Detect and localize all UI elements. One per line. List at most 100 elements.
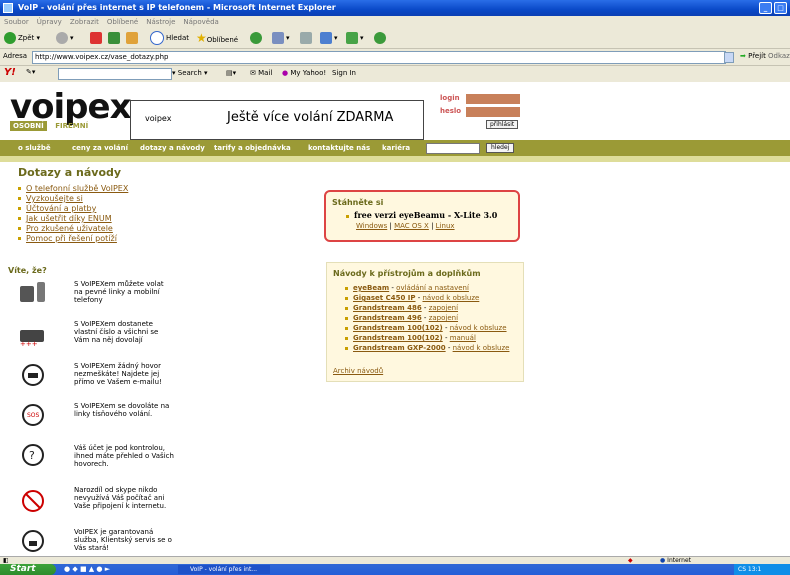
refresh-icon bbox=[108, 32, 120, 44]
list-item[interactable]: eyeBeam - ovládání a nastavení bbox=[345, 283, 509, 293]
site-tabs: OSOBNÍ FIREMNÍ bbox=[10, 121, 88, 131]
taskbar-item-ie[interactable]: VoIP - volání přes int... bbox=[178, 565, 270, 574]
menu-oblibene[interactable]: Oblíbené bbox=[107, 18, 138, 26]
mail-button[interactable]: ▾ bbox=[272, 31, 290, 45]
go-button[interactable]: ➡ Přejít bbox=[740, 52, 766, 60]
yahoo-options-button[interactable]: ▤▾ bbox=[226, 69, 236, 77]
address-dropdown[interactable] bbox=[724, 52, 734, 63]
list-item[interactable]: Grandstream GXP-2000 - návod k obsluze bbox=[345, 343, 509, 353]
bullet-icon bbox=[345, 306, 348, 310]
bullet-icon bbox=[18, 197, 21, 200]
nav-ceny[interactable]: ceny za volání bbox=[72, 144, 128, 152]
site-search-input[interactable] bbox=[426, 143, 480, 154]
menu-soubor[interactable]: Soubor bbox=[4, 18, 29, 26]
list-item[interactable]: O telefonní službě VoIPEX bbox=[18, 184, 128, 194]
back-button[interactable]: Zpět ▾ bbox=[4, 31, 40, 45]
list-item[interactable]: Pomoc při řešení potíží bbox=[18, 234, 128, 244]
nav-kariera[interactable]: kariéra bbox=[382, 144, 410, 152]
print-icon bbox=[300, 32, 312, 44]
bullet-icon bbox=[346, 214, 349, 218]
search-button[interactable]: Hledat bbox=[150, 31, 189, 45]
favorites-button[interactable]: ★Oblíbené bbox=[196, 31, 238, 45]
svg-text:SOS: SOS bbox=[27, 412, 40, 419]
forward-button[interactable]: ▾ bbox=[56, 31, 74, 45]
browser-toolbar: Zpět ▾ ▾ Hledat ★Oblíbené ▾ ▾ ▾ bbox=[0, 28, 790, 49]
download-title: Stáhněte si bbox=[332, 198, 384, 207]
menu-napoveda[interactable]: Nápověda bbox=[183, 18, 218, 26]
tab-personal[interactable]: OSOBNÍ bbox=[10, 121, 47, 131]
list-item[interactable]: Účtování a platby bbox=[18, 204, 128, 214]
quicklaunch-icons[interactable]: ● ◆ ■ ▲ ● ► bbox=[64, 565, 110, 573]
nav-dotazy[interactable]: dotazy a návody bbox=[140, 144, 205, 152]
page-title: Dotazy a návody bbox=[18, 166, 122, 179]
yahoo-logo-icon[interactable]: Y! bbox=[4, 67, 16, 78]
banner-logo: voipex bbox=[145, 114, 172, 123]
discuss-button[interactable]: ▾ bbox=[346, 31, 364, 45]
home-button[interactable] bbox=[126, 31, 140, 45]
nav-tarify[interactable]: tarify a objednávka bbox=[214, 144, 291, 152]
list-item[interactable]: Vyzkoušejte si bbox=[18, 194, 128, 204]
address-label: Adresa bbox=[3, 52, 28, 60]
bullet-icon bbox=[18, 187, 21, 190]
yahoo-search-button[interactable]: ▾ Search ▾ bbox=[172, 69, 208, 77]
promo-banner[interactable]: voipex Ještě více volání ZDARMA bbox=[130, 100, 424, 140]
voipex-logo[interactable]: voipex bbox=[10, 90, 132, 124]
minimize-button[interactable]: _ bbox=[759, 2, 772, 14]
print-button[interactable] bbox=[300, 31, 314, 45]
link-linux[interactable]: Linux bbox=[436, 222, 455, 230]
sos-icon: SOS bbox=[22, 404, 44, 428]
go-arrow-icon: ➡ bbox=[740, 52, 746, 60]
menu-nastroje[interactable]: Nástroje bbox=[146, 18, 175, 26]
messenger-button[interactable] bbox=[374, 31, 388, 45]
download-item[interactable]: free verzi eyeBeamu - X-Lite 3.0 bbox=[346, 210, 497, 220]
yahoo-mail-button[interactable]: ✉ Mail bbox=[250, 69, 272, 77]
stop-button[interactable] bbox=[90, 31, 104, 45]
link-macosx[interactable]: MAC OS X bbox=[394, 222, 429, 230]
start-button[interactable]: Start bbox=[0, 564, 56, 575]
list-item[interactable]: Grandstream 496 - zapojení bbox=[345, 313, 509, 323]
didyouknow-item: S VoIPEXem se dovoláte na linky tísňovéh… bbox=[74, 402, 170, 418]
star-icon: ★ bbox=[196, 31, 207, 45]
yahoo-search-input[interactable] bbox=[58, 68, 172, 80]
pencil-icon[interactable]: ✎▾ bbox=[26, 68, 35, 76]
links-label[interactable]: Odkazy bbox=[768, 52, 790, 60]
nav-kontakt[interactable]: kontaktujte nás bbox=[308, 144, 370, 152]
didyouknow-title: Víte, že? bbox=[8, 266, 47, 275]
didyouknow-item: Váš účet je pod kontrolou, ihned máte př… bbox=[74, 444, 174, 468]
page-icon: ◧ bbox=[3, 557, 9, 564]
main-nav: o službě ceny za volání dotazy a návody … bbox=[0, 140, 790, 156]
mail-icon bbox=[272, 32, 284, 44]
yahoo-signin-button[interactable]: Sign In bbox=[332, 69, 356, 77]
password-input[interactable] bbox=[466, 107, 520, 117]
list-item[interactable]: Pro zkušené uživatele bbox=[18, 224, 128, 234]
login-input[interactable] bbox=[466, 94, 520, 104]
history-button[interactable] bbox=[250, 31, 264, 45]
refresh-button[interactable] bbox=[108, 31, 122, 45]
stop-icon bbox=[90, 32, 102, 44]
tab-business[interactable]: FIREMNÍ bbox=[55, 122, 88, 130]
list-item[interactable]: Grandstream 486 - zapojení bbox=[345, 303, 509, 313]
list-item[interactable]: Grandstream 100(102) - manuál bbox=[345, 333, 509, 343]
list-item[interactable]: Gigaset C450 IP - návod k obsluze bbox=[345, 293, 509, 303]
list-item[interactable]: Jak ušetřit díky ENUM bbox=[18, 214, 128, 224]
menu-bar: Soubor Úpravy Zobrazit Oblíbené Nástroje Nápo… bbox=[0, 16, 790, 28]
maximize-button[interactable]: □ bbox=[774, 2, 787, 14]
my-yahoo-icon: ● bbox=[282, 69, 289, 77]
bullet-icon bbox=[345, 326, 348, 330]
security-icon: ◆ bbox=[628, 557, 633, 564]
list-item[interactable]: Grandstream 100(102) - návod k obsluze bbox=[345, 323, 509, 333]
nav-o-sluzbe[interactable]: o službě bbox=[18, 144, 51, 152]
edit-button[interactable]: ▾ bbox=[320, 31, 338, 45]
link-windows[interactable]: Windows bbox=[356, 222, 387, 230]
menu-upravy[interactable]: Úpravy bbox=[37, 18, 62, 26]
menu-zobrazit[interactable]: Zobrazit bbox=[70, 18, 99, 26]
my-yahoo-button[interactable]: ● My Yahoo! bbox=[282, 69, 326, 77]
site-search-button[interactable]: hledej bbox=[486, 143, 515, 153]
address-input[interactable]: http://www.voipex.cz/vase_dotazy.php bbox=[32, 51, 726, 64]
no-skype-icon bbox=[22, 490, 44, 514]
voicemail-icon bbox=[22, 364, 44, 388]
forward-arrow-icon bbox=[56, 32, 68, 44]
guides-title: Návody k přístrojům a doplňkům bbox=[333, 269, 481, 278]
login-button[interactable]: přihlásit bbox=[486, 120, 519, 129]
guides-archive-link[interactable]: Archiv návodů bbox=[333, 367, 383, 375]
